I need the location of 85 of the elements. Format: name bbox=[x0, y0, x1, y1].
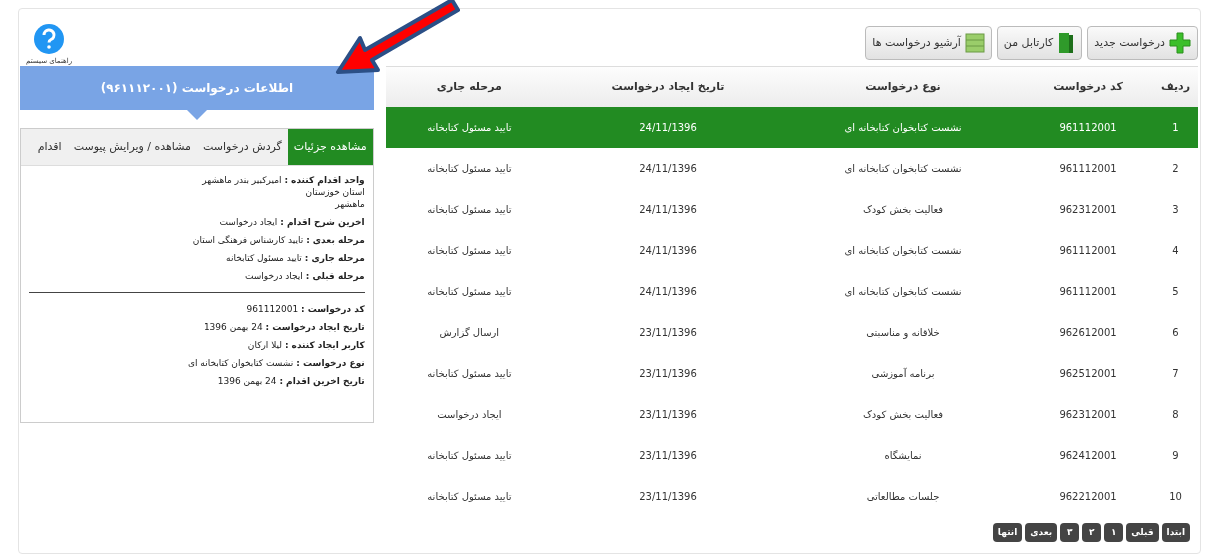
table-cell-text: تایید مسئول کتابخانه bbox=[427, 449, 512, 463]
table-cell-text: تایید مسئول کتابخانه bbox=[427, 244, 512, 258]
page-button[interactable]: ۱ bbox=[1104, 523, 1124, 542]
table-cell-text: 961112001 bbox=[1059, 162, 1117, 176]
detail-line: نوع درخواست : نشست کتابخوان کتابخانه ای bbox=[187, 357, 365, 369]
table-cell-text: 962212001 bbox=[1059, 490, 1117, 504]
detail-line: اخرین شرح اقدام : ایجاد درخواست bbox=[219, 216, 365, 228]
table-cell-text: تایید مسئول کتابخانه bbox=[427, 367, 512, 381]
table-cell-text: تایید مسئول کتابخانه bbox=[427, 285, 512, 299]
column-header: مرحله جاری bbox=[435, 78, 503, 95]
tab[interactable]: مشاهده / ویرایش پیوست bbox=[67, 129, 197, 165]
table-cell-text: تایید مسئول کتابخانه bbox=[427, 162, 512, 176]
table-cell-text: 962412001 bbox=[1059, 449, 1117, 463]
table-cell-text: نمایشگاه bbox=[884, 449, 922, 463]
toolbar-button[interactable]: درخواست جدید bbox=[1087, 26, 1198, 60]
page-button[interactable]: ۳ bbox=[1060, 523, 1080, 542]
table-cell-text: 23/11/1396 bbox=[639, 490, 697, 504]
table-cell-text: 23/11/1396 bbox=[639, 367, 697, 381]
detail-line: واحد اقدام کننده : امیرکبیر بندر ماهشهر bbox=[202, 174, 365, 186]
tab[interactable]: اقدام bbox=[31, 129, 68, 165]
table-cell-text: 3 bbox=[1172, 203, 1179, 217]
toolbar-button[interactable]: آرشیو درخواست ها bbox=[865, 26, 992, 60]
page-button[interactable]: قبلی bbox=[1126, 523, 1159, 542]
toolbar-button[interactable]: کارتابل من bbox=[996, 26, 1083, 60]
detail-line: مرحله قبلی : ایجاد درخواست bbox=[244, 270, 365, 282]
table-cell-text: 23/11/1396 bbox=[639, 326, 697, 340]
detail-line: تاریخ ایجاد درخواست : 24 بهمن 1396 bbox=[203, 321, 365, 333]
table-cell-text: 962612001 bbox=[1059, 326, 1117, 340]
table-cell-text: 961112001 bbox=[1059, 121, 1117, 135]
binder-icon bbox=[1057, 32, 1076, 54]
column-header: نوع درخواست bbox=[864, 78, 942, 95]
table-cell-text: تایید مسئول کتابخانه bbox=[427, 490, 512, 504]
detail-line: کاربر ایجاد کننده : لیلا ارکان bbox=[247, 339, 365, 351]
plus-icon bbox=[1169, 32, 1191, 54]
table-cell-text: 962512001 bbox=[1059, 367, 1117, 381]
table-cell-text: نشست کتابخوان کتابخانه ای bbox=[844, 162, 962, 176]
table-cell-text: 23/11/1396 bbox=[639, 449, 697, 463]
table-cell-text: 6 bbox=[1172, 326, 1179, 340]
detail-line: تاریخ اخرین اقدام : 24 بهمن 1396 bbox=[217, 375, 365, 387]
detail-line: استان خوزستان bbox=[305, 186, 365, 198]
detail-line: ماهشهر bbox=[335, 198, 365, 210]
table-cell-text: جلسات مطالعاتی bbox=[866, 490, 940, 504]
column-header: تاریخ ایجاد درخواست bbox=[610, 78, 726, 95]
table-cell-text: 9 bbox=[1172, 449, 1179, 463]
page-button[interactable]: بعدی bbox=[1025, 523, 1058, 542]
table-cell-text: فعالیت بخش کودک bbox=[862, 203, 944, 217]
table-cell-text: 7 bbox=[1172, 367, 1179, 381]
table-cell-text: 2 bbox=[1172, 162, 1179, 176]
cabinet-icon bbox=[964, 33, 985, 53]
table-cell-text: 24/11/1396 bbox=[639, 121, 697, 135]
table-cell-text: نشست کتابخوان کتابخانه ای bbox=[844, 285, 962, 299]
detail-line: مرحله جاری : تایید مسئول کتابخانه bbox=[226, 252, 365, 264]
table-cell-text: 961112001 bbox=[1059, 244, 1117, 258]
page-button[interactable]: انتها bbox=[992, 523, 1023, 542]
table-cell-text: 1 bbox=[1172, 121, 1179, 135]
detail-line: مرحله بعدی : تایید کارشناس فرهنگی استان bbox=[192, 234, 365, 246]
table-cell-text: خلاقانه و مناسبتی bbox=[866, 326, 940, 340]
table-cell-text: 24/11/1396 bbox=[639, 162, 697, 176]
panel-title: اطلاعات درخواست (۹۶۱۱۱۲۰۰۱) bbox=[100, 80, 294, 97]
table-cell-text: 962312001 bbox=[1059, 203, 1117, 217]
table-cell-text: 962312001 bbox=[1059, 408, 1117, 422]
table-cell-text: 5 bbox=[1172, 285, 1179, 299]
table-cell-text: 10 bbox=[1169, 490, 1182, 504]
table-cell-text: تایید مسئول کتابخانه bbox=[427, 121, 512, 135]
help-icon[interactable] bbox=[34, 24, 64, 54]
tab[interactable]: مشاهده جزئیات bbox=[287, 129, 373, 165]
table-cell-text: 961112001 bbox=[1059, 285, 1117, 299]
table-cell-text: 24/11/1396 bbox=[639, 285, 697, 299]
table-cell-text: فعالیت بخش کودک bbox=[862, 408, 944, 422]
table-cell-text: 4 bbox=[1172, 244, 1179, 258]
table-cell-text: نشست کتابخوان کتابخانه ای bbox=[844, 244, 962, 258]
page-button[interactable]: ۲ bbox=[1082, 523, 1102, 542]
page-button[interactable]: ابتدا bbox=[1161, 523, 1190, 542]
table-cell-text: ارسال گزارش bbox=[439, 326, 500, 340]
table-cell-text: 23/11/1396 bbox=[639, 408, 697, 422]
table-cell-text: ایجاد درخواست bbox=[437, 408, 502, 422]
column-header: ردیف bbox=[1159, 78, 1192, 95]
table-cell-text: نشست کتابخوان کتابخانه ای bbox=[844, 121, 962, 135]
table-cell-text: 24/11/1396 bbox=[639, 203, 697, 217]
tab[interactable]: گردش درخواست bbox=[196, 129, 288, 165]
table-cell-text: 24/11/1396 bbox=[639, 244, 697, 258]
table-cell-text: 8 bbox=[1172, 408, 1179, 422]
table-cell-text: تایید مسئول کتابخانه bbox=[427, 203, 512, 217]
table-cell: برنامه آموزشی bbox=[871, 366, 935, 381]
column-header: کد درخواست bbox=[1052, 78, 1124, 95]
